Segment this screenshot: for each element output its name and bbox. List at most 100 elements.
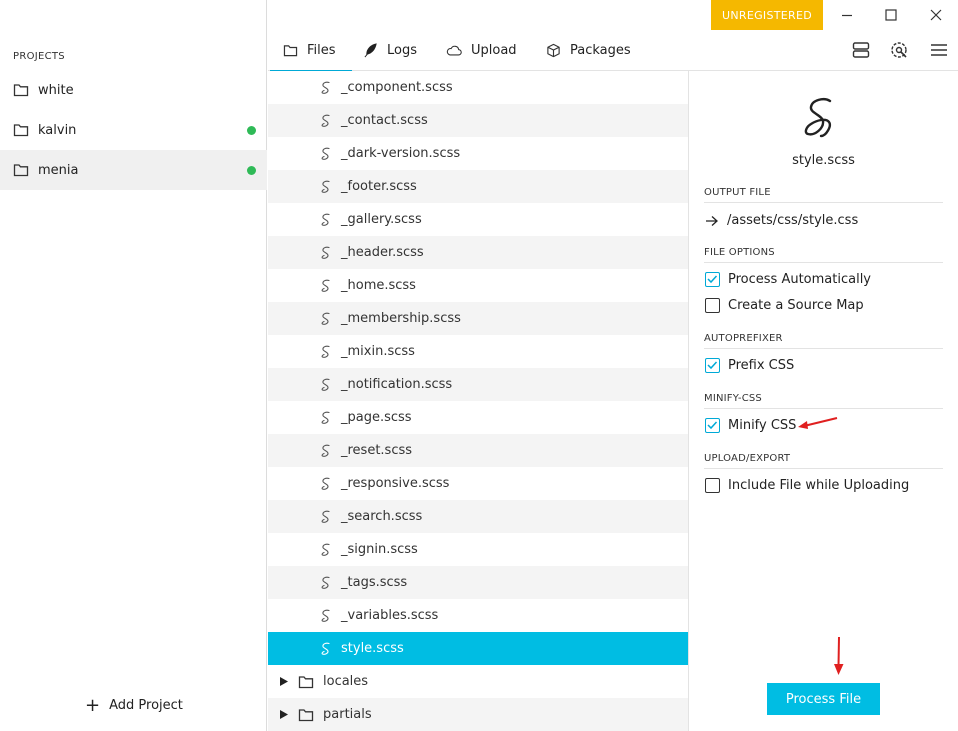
close-icon[interactable]	[929, 8, 943, 22]
file-name: style.scss	[341, 641, 404, 656]
sass-file-icon	[321, 411, 330, 424]
prefix-css-checkbox[interactable]: Prefix CSS	[705, 358, 794, 373]
output-path-field[interactable]: /assets/css/style.css	[705, 213, 858, 228]
checkbox-unchecked[interactable]	[705, 478, 720, 493]
tab-label: Files	[307, 43, 336, 58]
file-row[interactable]: _search.scss	[268, 500, 689, 533]
folder-icon	[298, 708, 314, 721]
tab-upload[interactable]: Upload	[446, 30, 517, 71]
project-item-white[interactable]: white	[0, 70, 267, 110]
menu-icon[interactable]	[929, 40, 949, 60]
file-row[interactable]: _footer.scss	[268, 170, 689, 203]
sass-file-icon	[321, 642, 330, 655]
sass-file-icon	[321, 609, 330, 622]
feather-icon	[364, 43, 377, 58]
process-file-button[interactable]: Process File	[767, 683, 880, 715]
option-label: Create a Source Map	[728, 298, 864, 313]
folder-name: locales	[323, 674, 369, 689]
file-row[interactable]: _variables.scss	[268, 599, 689, 632]
checkbox-checked[interactable]	[705, 418, 720, 433]
maximize-icon[interactable]	[884, 8, 898, 22]
file-row[interactable]: _membership.scss	[268, 302, 689, 335]
checkbox-checked[interactable]	[705, 272, 720, 287]
file-row[interactable]: style.scss	[268, 632, 689, 665]
autoprefixer-header: AUTOPREFIXER	[704, 333, 943, 349]
server-icon[interactable]	[851, 40, 871, 60]
sass-file-icon	[321, 510, 330, 523]
file-row[interactable]: _contact.scss	[268, 104, 689, 137]
file-row[interactable]: _component.scss	[268, 71, 689, 104]
file-row[interactable]: _gallery.scss	[268, 203, 689, 236]
folder-row[interactable]: locales	[268, 665, 689, 698]
settings-icon[interactable]	[889, 40, 909, 60]
project-item-kalvin[interactable]: kalvin	[0, 110, 267, 150]
file-name: _reset.scss	[341, 443, 413, 458]
file-name: _membership.scss	[341, 311, 461, 326]
file-row[interactable]: _mixin.scss	[268, 335, 689, 368]
file-name: _mixin.scss	[341, 344, 415, 359]
expand-triangle-icon[interactable]	[280, 677, 288, 686]
process-automatically-checkbox[interactable]: Process Automatically	[705, 272, 871, 287]
unregistered-button[interactable]: UNREGISTERED	[711, 0, 823, 30]
file-row[interactable]: _tags.scss	[268, 566, 689, 599]
sass-file-icon	[321, 180, 330, 193]
file-name: _component.scss	[341, 80, 453, 95]
status-dot	[247, 126, 256, 135]
file-panel: style.scss OUTPUT FILE /assets/css/style…	[689, 71, 958, 731]
option-label: Process Automatically	[728, 272, 871, 287]
sass-file-icon	[321, 444, 330, 457]
checkbox-unchecked[interactable]	[705, 298, 720, 313]
checkbox-checked[interactable]	[705, 358, 720, 373]
sass-logo-icon	[804, 98, 832, 138]
output-file-header: OUTPUT FILE	[704, 187, 943, 203]
tab-label: Upload	[471, 43, 517, 58]
folder-name: partials	[323, 707, 372, 722]
minify-css-checkbox[interactable]: Minify CSS	[705, 418, 796, 433]
file-row[interactable]: _dark-version.scss	[268, 137, 689, 170]
include-upload-checkbox[interactable]: Include File while Uploading	[705, 478, 909, 493]
file-name: _search.scss	[341, 509, 423, 524]
annotation-arrow-icon	[834, 636, 844, 675]
file-row[interactable]: _responsive.scss	[268, 467, 689, 500]
tab-label: Packages	[570, 43, 631, 58]
file-row[interactable]: _signin.scss	[268, 533, 689, 566]
folder-icon	[13, 164, 29, 177]
folder-icon	[283, 45, 298, 57]
sass-file-icon	[321, 147, 330, 160]
minimize-icon[interactable]	[840, 8, 854, 22]
tab-label: Logs	[387, 43, 417, 58]
file-name: _tags.scss	[341, 575, 408, 590]
annotation-arrow-icon	[798, 417, 838, 429]
file-name: _signin.scss	[341, 542, 418, 557]
folder-row[interactable]: partials	[268, 698, 689, 731]
file-name: _gallery.scss	[341, 212, 422, 227]
sass-file-icon	[321, 378, 330, 391]
file-name: _variables.scss	[341, 608, 439, 623]
file-row[interactable]: _reset.scss	[268, 434, 689, 467]
sidebar: PROJECTS white kalvin menia + Add Projec…	[0, 0, 267, 731]
file-row[interactable]: _home.scss	[268, 269, 689, 302]
file-name: _footer.scss	[341, 179, 417, 194]
file-row[interactable]: _notification.scss	[268, 368, 689, 401]
project-item-menia[interactable]: menia	[0, 150, 267, 190]
tab-logs[interactable]: Logs	[363, 30, 417, 71]
file-options-header: FILE OPTIONS	[704, 247, 943, 263]
expand-triangle-icon[interactable]	[280, 710, 288, 719]
sass-file-icon	[321, 213, 330, 226]
file-row[interactable]: _header.scss	[268, 236, 689, 269]
source-map-checkbox[interactable]: Create a Source Map	[705, 298, 864, 313]
folder-icon	[13, 84, 29, 97]
sass-file-icon	[321, 81, 330, 94]
file-name: _header.scss	[341, 245, 424, 260]
file-name: _notification.scss	[341, 377, 453, 392]
add-project-button[interactable]: + Add Project	[85, 696, 183, 714]
sass-file-icon	[321, 477, 330, 490]
file-row[interactable]: _page.scss	[268, 401, 689, 434]
sass-file-icon	[321, 345, 330, 358]
sass-file-icon	[321, 576, 330, 589]
tab-files[interactable]: Files	[270, 30, 351, 72]
file-name: _home.scss	[341, 278, 416, 293]
output-path: /assets/css/style.css	[727, 213, 859, 228]
sass-file-icon	[321, 246, 330, 259]
tab-packages[interactable]: Packages	[546, 30, 631, 71]
